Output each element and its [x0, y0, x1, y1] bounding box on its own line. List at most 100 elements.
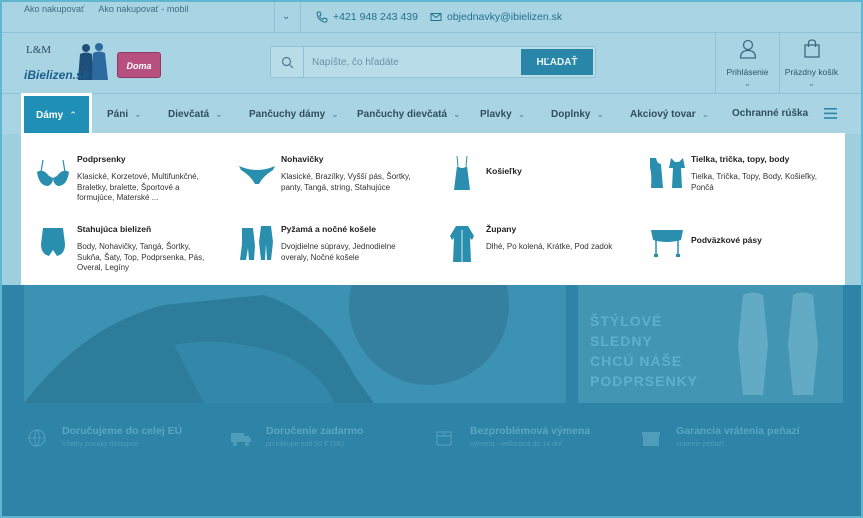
usp-bar: Doručujeme do celej EÚ Všetky ponuky dos… — [2, 423, 861, 463]
nav-item-damy[interactable]: Dámy ⌃ — [21, 93, 92, 135]
category-title[interactable]: Stahujúca bielizeň — [77, 224, 151, 234]
hero-line: CHCÚ NÁŠE — [590, 353, 683, 369]
usp-title: Bezproblémová výmena — [470, 425, 591, 437]
chevron-up-icon: ⌃ — [69, 110, 77, 120]
category-subitems[interactable]: Dvojdielne súpravy, Jednodielne overaly,… — [281, 242, 413, 263]
nav-item-pancuchy-dievcata[interactable]: Pančuchy dievčatá ⌄ — [357, 94, 461, 134]
shapewear-icon — [41, 228, 65, 256]
category-title[interactable]: Pyžamá a nočné košele — [281, 224, 376, 234]
dropdown-menu-damy: Podprsenky Klasické, Korzetové, Multifun… — [21, 133, 845, 285]
phone-contact[interactable]: +421 948 243 439 — [316, 11, 418, 23]
mail-icon — [430, 13, 442, 21]
chevron-down-icon: ⌄ — [808, 79, 815, 88]
divider — [300, 2, 301, 33]
hero-banner-left[interactable] — [24, 285, 566, 403]
chevron-down-icon: ⌄ — [215, 109, 223, 119]
usp-title: Doručenie zadarmo — [266, 425, 364, 437]
top-bar: Ako nakupovať Ako nakupovať - mobil ⌄ +4… — [2, 2, 861, 33]
cart-button[interactable]: Prázdny košík ⌄ — [779, 33, 843, 93]
package-exchange-icon — [436, 431, 452, 446]
user-icon — [739, 39, 756, 59]
link-ako-nakupovat[interactable]: Ako nakupovať — [24, 4, 84, 14]
hero-right-text: ŠTÝLOVÉ SLEDNY CHCÚ NÁŠE PODPRSENKY — [590, 311, 698, 391]
nav-item-ochranne-ruska[interactable]: Ochranné rúška — [732, 94, 808, 134]
nav-item-doplnky[interactable]: Doplnky ⌄ — [551, 94, 604, 134]
hero-image-icon — [24, 285, 509, 403]
category-title[interactable]: Podprsenky — [77, 154, 126, 164]
login-button[interactable]: Prihlásenie ⌄ — [715, 33, 779, 93]
search-input[interactable] — [303, 47, 517, 77]
category-subitems[interactable]: Klasické, Brazílky, Vyšší pás, Šortky, p… — [281, 172, 413, 193]
link-ako-nakupovat-mobil[interactable]: Ako nakupovať - mobil — [98, 4, 188, 14]
category-title[interactable]: Košieľky — [486, 166, 522, 176]
header: L&M iBielizen.sk Doma HĽADAŤ Prihlásenie… — [2, 33, 861, 93]
nav-item-label: Akciový tovar — [630, 109, 696, 120]
hero-line: ŠTÝLOVÉ — [590, 313, 663, 329]
usp-subtitle: pri nákupe nad 50 € (SK) — [266, 441, 344, 448]
nav-item-label: Dámy — [36, 110, 64, 121]
nav-item-label: Pančuchy dámy — [249, 109, 326, 120]
cart-label: Prázdny košík — [784, 67, 839, 77]
hero-line: PODPRSENKY — [590, 373, 699, 389]
top-links: Ako nakupovať Ako nakupovať - mobil — [24, 4, 188, 14]
nav-item-label: Ochranné rúška — [732, 108, 809, 119]
brand-lm-text: L&M — [26, 44, 52, 56]
hamburger-menu-icon[interactable] — [824, 108, 837, 119]
chevron-down-icon: ⌄ — [453, 109, 461, 119]
category-subitems[interactable]: Dlhé, Po kolená, Krátke, Pod zadok — [486, 242, 618, 253]
email-contact[interactable]: objednavky@ibielizen.sk — [430, 11, 562, 23]
site-logo[interactable]: L&M iBielizen.sk — [24, 42, 114, 86]
chevron-down-icon[interactable]: ⌄ — [282, 11, 290, 22]
login-label: Prihlásenie — [726, 67, 769, 77]
chevron-down-icon: ⌄ — [134, 109, 142, 119]
panties-icon — [239, 166, 275, 184]
chevron-down-icon: ⌄ — [596, 109, 604, 119]
truck-icon — [231, 433, 251, 446]
slip-dress-icon — [454, 155, 470, 190]
nav-item-label: Doplnky — [551, 109, 591, 120]
chevron-down-icon: ⌄ — [331, 109, 339, 119]
divider — [274, 2, 275, 33]
nav-item-label: Pančuchy dievčatá — [357, 109, 448, 120]
nav-item-label: Dievčatá — [168, 109, 210, 120]
globe-icon — [28, 429, 46, 447]
email-address: objednavky@ibielizen.sk — [447, 11, 563, 23]
bra-icon — [37, 159, 69, 186]
usp-subtitle: Všetky ponuky dostupné — [62, 441, 139, 448]
gift-box-icon — [642, 432, 660, 446]
page-frame: Ako nakupovať Ako nakupovať - mobil ⌄ +4… — [0, 0, 863, 518]
category-title[interactable]: Tielka, trička, topy, body — [691, 154, 789, 164]
category-subitems[interactable]: Tielka, Trička, Topy, Body, Košieľky, Po… — [691, 172, 823, 193]
logo-name: iBielizen.sk — [24, 68, 90, 82]
hero-line: SLEDNY — [590, 333, 653, 349]
doma-badge[interactable]: Doma — [117, 52, 161, 78]
search-form: HĽADAŤ — [270, 46, 596, 78]
bathrobe-icon — [450, 226, 474, 262]
search-icon — [281, 56, 294, 69]
category-title[interactable]: Župany — [486, 224, 516, 234]
category-title[interactable]: Nohavičky — [281, 154, 324, 164]
chevron-down-icon: ⌄ — [744, 79, 751, 88]
category-subitems[interactable]: Klasické, Korzetové, Multifunkčné, Brale… — [77, 172, 209, 204]
phone-icon — [316, 11, 328, 23]
shopping-bag-icon — [803, 39, 820, 58]
nav-item-dievcata[interactable]: Dievčatá ⌄ — [168, 94, 223, 134]
nav-item-plavky[interactable]: Plavky ⌄ — [480, 94, 525, 134]
usp-subtitle: vrátenie peňazí — [676, 441, 724, 448]
nav-item-label: Páni — [107, 109, 129, 120]
chevron-down-icon: ⌄ — [517, 109, 526, 119]
category-title[interactable]: Podväzkové pásy — [691, 235, 762, 245]
nav-item-pani[interactable]: Páni ⌄ — [107, 94, 142, 134]
garter-belt-icon — [651, 230, 683, 257]
nav-item-akciovy-tovar[interactable]: Akciový tovar ⌄ — [630, 94, 709, 134]
model-figures-icon — [738, 292, 818, 395]
search-button[interactable]: HĽADAŤ — [521, 49, 593, 75]
usp-subtitle: výmena - veľkostná do 14 dní — [470, 441, 562, 448]
chevron-down-icon: ⌄ — [701, 109, 710, 119]
page-overlay-content: ŠTÝLOVÉ SLEDNY CHCÚ NÁŠE PODPRSENKY Doru… — [2, 285, 861, 516]
phone-number: +421 948 243 439 — [333, 11, 418, 23]
hero-banner-right[interactable]: ŠTÝLOVÉ SLEDNY CHCÚ NÁŠE PODPRSENKY — [578, 285, 843, 403]
nav-item-pancuchy-damy[interactable]: Pančuchy dámy ⌄ — [249, 94, 339, 134]
pajamas-icon — [240, 226, 273, 260]
category-subitems[interactable]: Body, Nohavičky, Tangá, Šortky, Sukňa, Š… — [77, 242, 209, 274]
